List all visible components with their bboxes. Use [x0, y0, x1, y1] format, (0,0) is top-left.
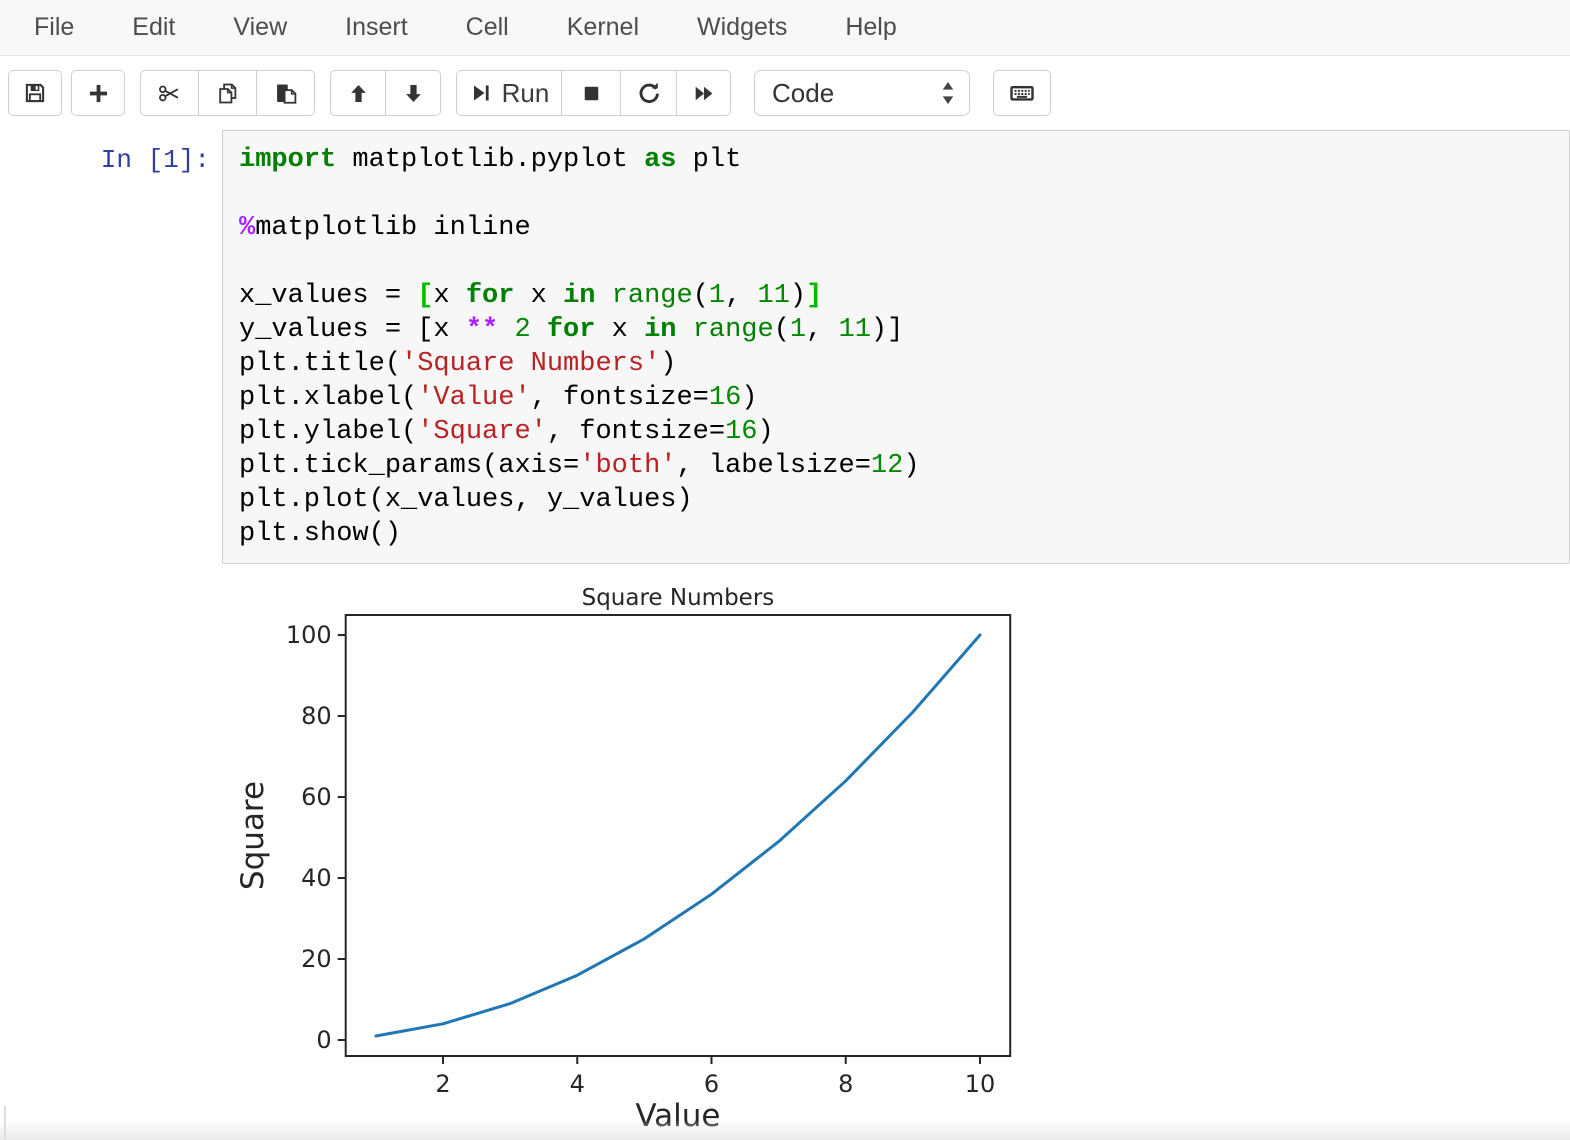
- code-line: %matplotlib inline: [239, 211, 1561, 245]
- move-down-icon: [401, 81, 426, 106]
- code-line: plt.title('Square Numbers'): [239, 347, 1561, 381]
- code-line: import matplotlib.pyplot as plt: [239, 143, 1561, 177]
- code-editor[interactable]: import matplotlib.pyplot as plt %matplot…: [222, 130, 1570, 564]
- menu-kernel[interactable]: Kernel: [567, 13, 639, 42]
- cell-input-area: In [1]: import matplotlib.pyplot as plt …: [0, 130, 1570, 564]
- command-palette-button[interactable]: [993, 70, 1051, 116]
- save-button[interactable]: [8, 70, 62, 116]
- menu-file[interactable]: File: [34, 13, 74, 42]
- add-cell-button[interactable]: [71, 70, 125, 116]
- svg-text:2: 2: [435, 1070, 450, 1098]
- svg-text:20: 20: [301, 945, 332, 973]
- menu-view[interactable]: View: [233, 13, 287, 42]
- svg-text:8: 8: [838, 1070, 853, 1098]
- code-cell: In [1]: import matplotlib.pyplot as plt …: [0, 130, 1570, 564]
- restart-run-all-button[interactable]: [676, 70, 731, 116]
- run-button-label: Run: [502, 78, 550, 109]
- menu-cell[interactable]: Cell: [466, 13, 509, 42]
- edit-button-group: [140, 70, 315, 116]
- interrupt-kernel-button[interactable]: [561, 70, 621, 116]
- move-up-icon: [346, 81, 371, 106]
- code-line: plt.ylabel('Square', fontsize=16): [239, 415, 1561, 449]
- step-forward-icon: [469, 81, 493, 105]
- notebook-page: File Edit View Insert Cell Kernel Widget…: [0, 0, 1570, 1140]
- cell-output-area: 246810020406080100Square NumbersValueSqu…: [237, 575, 1047, 1140]
- svg-text:80: 80: [301, 702, 332, 730]
- cut-button[interactable]: [140, 70, 199, 116]
- copy-icon: [214, 80, 241, 107]
- code-line: plt.xlabel('Value', fontsize=16): [239, 381, 1561, 415]
- code-line: x_values = [x for x in range(1, 11)]: [239, 279, 1561, 313]
- menu-widgets[interactable]: Widgets: [697, 13, 787, 42]
- svg-text:40: 40: [301, 864, 332, 892]
- fast-forward-icon: [691, 81, 716, 106]
- code-line: y_values = [x ** 2 for x in range(1, 11)…: [239, 313, 1561, 347]
- code-line: plt.show(): [239, 517, 1561, 551]
- svg-text:0: 0: [316, 1026, 331, 1054]
- toolbar: Run Code: [0, 57, 1570, 129]
- code-line: [239, 245, 1561, 279]
- paste-icon: [272, 80, 299, 107]
- code-line: plt.plot(x_values, y_values): [239, 483, 1561, 517]
- dropdown-arrows-icon: [940, 79, 956, 107]
- menu-help[interactable]: Help: [845, 13, 896, 42]
- svg-text:10: 10: [965, 1070, 996, 1098]
- output-plot: 246810020406080100Square NumbersValueSqu…: [237, 575, 1047, 1135]
- svg-text:Square Numbers: Square Numbers: [582, 585, 775, 611]
- copy-button[interactable]: [198, 70, 257, 116]
- stop-icon: [579, 81, 604, 106]
- cut-icon: [156, 80, 183, 107]
- save-icon: [22, 80, 48, 106]
- restart-kernel-button[interactable]: [620, 70, 677, 116]
- keyboard-icon: [1008, 79, 1036, 107]
- move-cell-down-button[interactable]: [385, 70, 441, 116]
- restart-icon: [636, 80, 662, 106]
- input-prompt: In [1]:: [0, 130, 222, 564]
- add-cell-icon: [86, 81, 111, 106]
- move-button-group: [330, 70, 441, 116]
- svg-text:100: 100: [286, 621, 332, 649]
- run-button-group: Run: [456, 70, 731, 116]
- cell-type-select[interactable]: Code: [754, 70, 970, 116]
- menu-insert[interactable]: Insert: [345, 13, 408, 42]
- code-line: [239, 177, 1561, 211]
- svg-text:60: 60: [301, 783, 332, 811]
- svg-text:6: 6: [704, 1070, 719, 1098]
- paste-button[interactable]: [256, 70, 315, 116]
- code-line: plt.tick_params(axis='both', labelsize=1…: [239, 449, 1561, 483]
- move-cell-up-button[interactable]: [330, 70, 386, 116]
- menu-edit[interactable]: Edit: [132, 13, 175, 42]
- page-bottom-fade: [0, 1120, 1570, 1140]
- menu-bar: File Edit View Insert Cell Kernel Widget…: [0, 0, 1570, 56]
- run-button[interactable]: Run: [456, 70, 562, 116]
- cell-type-value: Code: [772, 78, 834, 109]
- svg-text:Square: Square: [237, 781, 271, 890]
- svg-text:4: 4: [570, 1070, 585, 1098]
